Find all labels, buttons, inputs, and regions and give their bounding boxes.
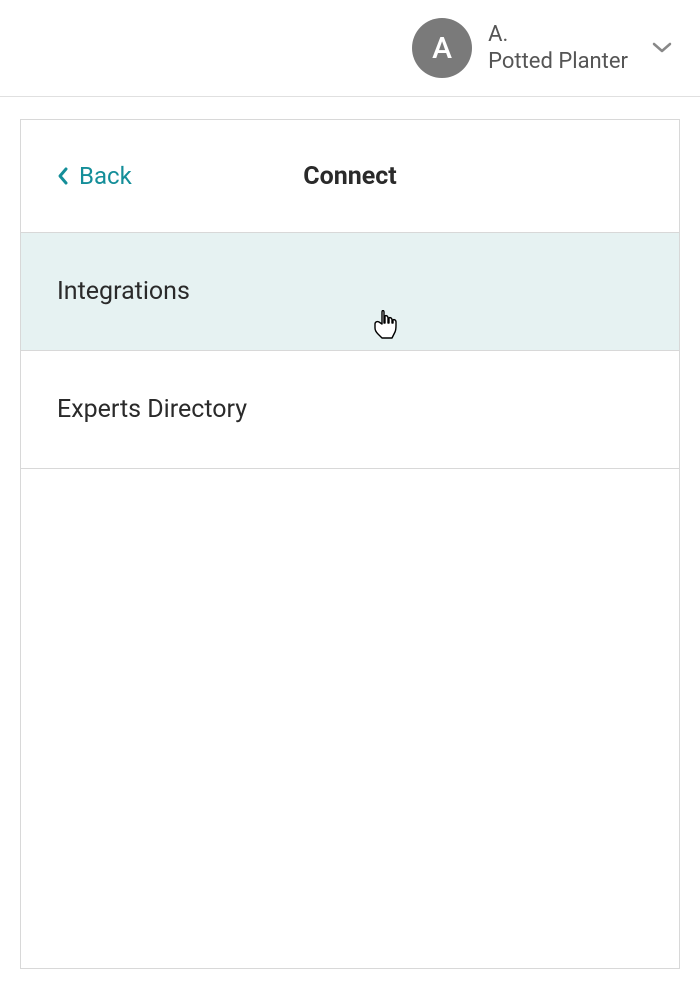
- back-button[interactable]: Back: [57, 162, 132, 190]
- avatar-letter: A: [432, 31, 452, 66]
- menu-item-label: Integrations: [57, 277, 190, 306]
- user-name-line1: A.: [488, 22, 628, 47]
- header: A A. Potted Planter: [0, 0, 700, 96]
- menu-item-label: Experts Directory: [57, 395, 247, 424]
- chevron-left-icon: [57, 166, 69, 186]
- panel-header: Back Connect: [21, 120, 679, 232]
- menu-item-experts-directory[interactable]: Experts Directory: [21, 351, 679, 469]
- menu-list: Integrations Experts Directory: [21, 232, 679, 469]
- panel: Back Connect Integrations Experts Direct…: [20, 119, 680, 969]
- menu-item-integrations[interactable]: Integrations: [21, 232, 679, 351]
- user-name-line2: Potted Planter: [488, 49, 628, 74]
- header-divider: [0, 96, 700, 97]
- avatar[interactable]: A: [412, 18, 472, 78]
- panel-title: Connect: [303, 162, 396, 191]
- user-info[interactable]: A. Potted Planter: [488, 22, 628, 74]
- chevron-down-icon[interactable]: [652, 42, 672, 54]
- back-label: Back: [79, 162, 132, 190]
